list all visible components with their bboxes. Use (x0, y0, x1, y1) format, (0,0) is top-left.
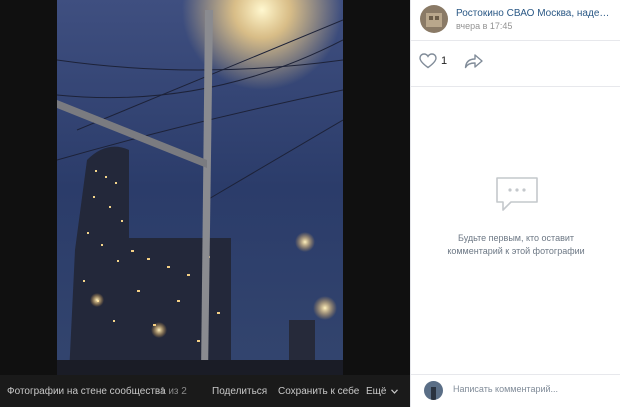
save-button[interactable]: Сохранить к себе (278, 386, 359, 397)
share-arrow-icon[interactable] (464, 52, 484, 70)
like-count: 1 (441, 55, 448, 67)
user-avatar (424, 381, 443, 400)
empty-line-2: комментарий к этой фотографии (447, 246, 585, 256)
chevron-down-icon (391, 389, 399, 394)
heart-icon[interactable] (419, 53, 437, 69)
post-time[interactable]: вчера в 17:45 (456, 21, 512, 31)
more-button[interactable]: Ещё (366, 386, 399, 397)
photo-counter: 1 из 2 (160, 386, 187, 397)
divider (411, 374, 620, 375)
empty-comments-message: Будьте первым, кто оставит комментарий к… (411, 232, 620, 258)
comment-input[interactable]: Написать комментарий... (453, 384, 558, 394)
side-panel: Ростокино СВАО Москва, наденька м... вче… (410, 0, 620, 407)
divider (411, 86, 620, 87)
share-button[interactable]: Поделиться (212, 386, 267, 397)
more-label: Ещё (366, 386, 387, 397)
divider (411, 40, 620, 41)
comments-bubble-icon (496, 177, 538, 211)
empty-line-1: Будьте первым, кто оставит (457, 233, 575, 243)
photo-viewer: Фотографии на стене сообщества 1 из 2 По… (0, 0, 410, 407)
photo-footer-bar: Фотографии на стене сообщества 1 из 2 По… (0, 375, 410, 407)
author-name[interactable]: Ростокино СВАО Москва, наденька м... (456, 8, 611, 19)
author-avatar[interactable] (420, 5, 448, 33)
album-title[interactable]: Фотографии на стене сообщества (7, 386, 166, 397)
photo[interactable] (57, 0, 343, 375)
